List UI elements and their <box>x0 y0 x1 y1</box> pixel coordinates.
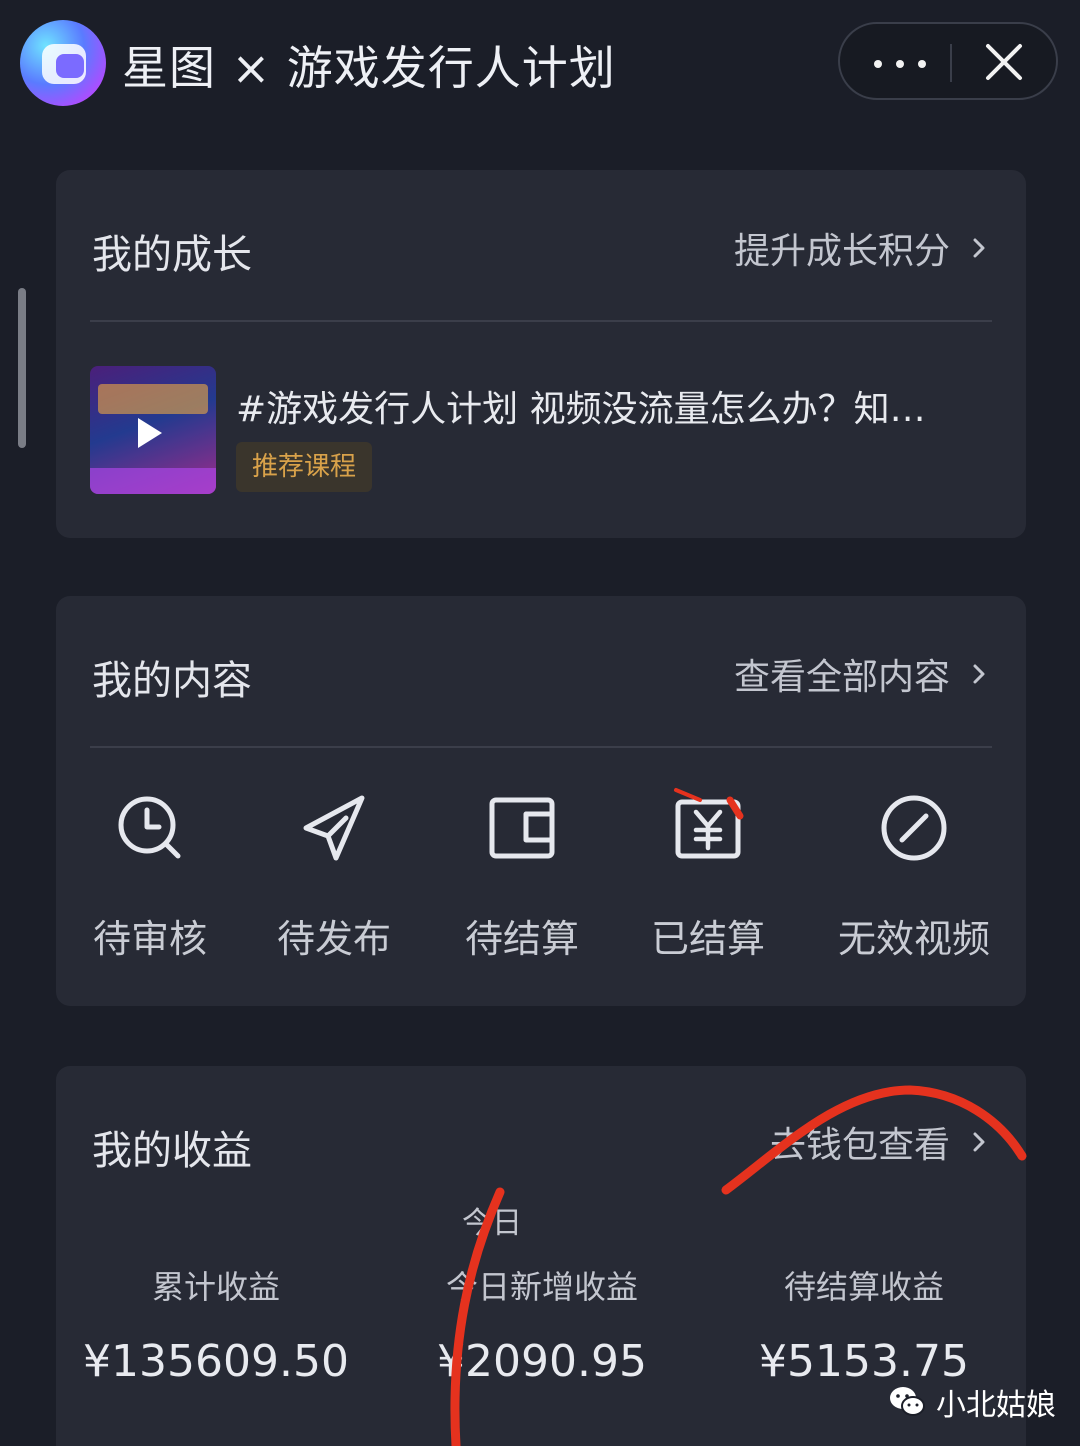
content-title: 我的内容 <box>92 658 252 704</box>
wallet-link[interactable]: 去钱包查看 <box>770 1116 990 1168</box>
capsule-divider <box>950 44 952 82</box>
watermark: 小北姑娘 <box>888 1380 1056 1424</box>
divider <box>90 320 992 322</box>
more-dots-icon[interactable] <box>870 46 930 80</box>
content-link[interactable]: 查看全部内容 <box>734 648 990 700</box>
content-link-label: 查看全部内容 <box>733 657 950 698</box>
chevron-right-icon <box>973 664 985 684</box>
status-settled[interactable]: 已结算 <box>628 792 788 963</box>
period-label: 今日 <box>462 1206 522 1241</box>
status-label: 待发布 <box>276 917 391 961</box>
stat-pending-earnings: 待结算收益 ¥5153.75 <box>704 1262 1024 1387</box>
status-invalid-video[interactable]: 无效视频 <box>834 792 994 963</box>
growth-link[interactable]: 提升成长积分 <box>734 222 990 274</box>
stat-total-earnings: 累计收益 ¥135609.50 <box>56 1262 376 1387</box>
status-pending-review[interactable]: 待审核 <box>70 792 230 963</box>
status-label: 待审核 <box>92 917 207 961</box>
stat-label: 累计收益 <box>151 1268 280 1306</box>
content-card: 我的内容 查看全部内容 待审核 待发布 待结算 已结算 无效视频 <box>56 596 1026 1006</box>
clock-search-icon <box>118 796 181 859</box>
chevron-right-icon <box>973 238 985 258</box>
course-tag: 推荐课程 <box>236 442 373 492</box>
mini-program-header: 星图 × 游戏发行人计划 <box>0 0 1080 130</box>
page: 星图 × 游戏发行人计划 我的成长 提升成长积分 #游戏发行人计划 视频没流量怎… <box>0 0 1080 1446</box>
play-icon <box>138 418 162 448</box>
stat-value: ¥135609.50 <box>83 1336 349 1387</box>
app-logo <box>20 20 106 106</box>
divider <box>90 746 992 748</box>
status-label: 无效视频 <box>837 917 990 961</box>
wechat-icon <box>890 1387 925 1416</box>
stat-today-earnings: 今日新增收益 ¥2090.95 <box>382 1262 702 1387</box>
yen-receipt-icon <box>675 799 741 859</box>
stat-value: ¥2090.95 <box>437 1336 647 1387</box>
page-title: 星图 × 游戏发行人计划 <box>122 41 616 95</box>
wallet-icon <box>489 797 555 859</box>
status-pending-settlement[interactable]: 待结算 <box>442 792 602 963</box>
growth-link-label: 提升成长积分 <box>733 231 950 272</box>
status-label: 已结算 <box>650 917 765 961</box>
stat-label: 今日新增收益 <box>445 1268 638 1306</box>
status-label: 待结算 <box>464 917 579 961</box>
chevron-right-icon <box>973 1132 985 1152</box>
send-plane-icon <box>303 795 365 861</box>
prohibited-icon <box>881 795 947 861</box>
growth-card: 我的成长 提升成长积分 #游戏发行人计划 视频没流量怎么办？知… 推荐课程 <box>56 170 1026 538</box>
scroll-indicator[interactable] <box>18 288 26 448</box>
course-thumbnail[interactable] <box>90 366 216 494</box>
earnings-card: 我的收益 去钱包查看 今日 累计收益 ¥135609.50 今日新增收益 ¥20… <box>56 1066 1026 1446</box>
wallet-link-label: 去钱包查看 <box>769 1125 950 1166</box>
stat-label: 待结算收益 <box>783 1268 944 1306</box>
growth-title: 我的成长 <box>92 232 252 278</box>
status-pending-publish[interactable]: 待发布 <box>254 792 414 963</box>
watermark-text: 小北姑娘 <box>936 1388 1056 1423</box>
capsule-menu <box>838 22 1058 100</box>
close-icon[interactable] <box>982 40 1026 84</box>
course-title[interactable]: #游戏发行人计划 视频没流量怎么办？知… <box>236 380 926 432</box>
earnings-title: 我的收益 <box>92 1128 252 1174</box>
